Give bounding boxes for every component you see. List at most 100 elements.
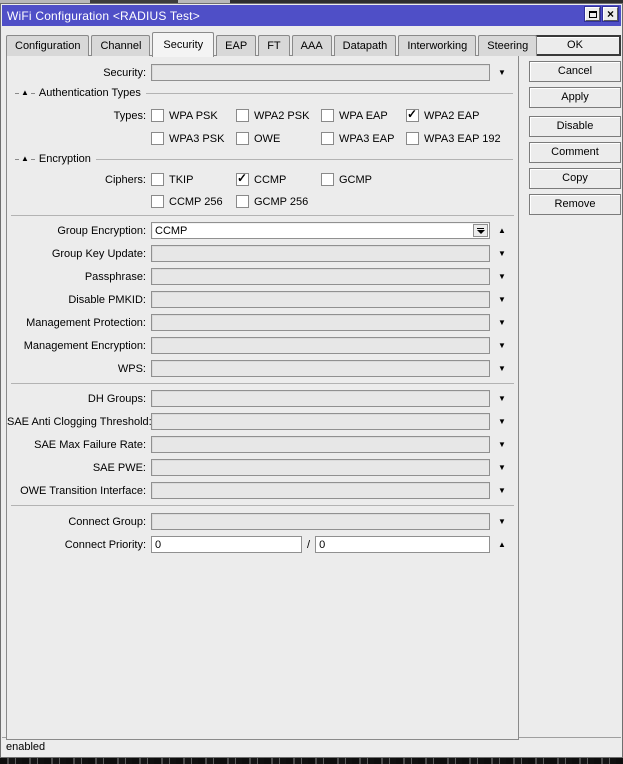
sae-pwe-label: SAE PWE: — [92, 461, 146, 474]
down-arrow-icon: ▼ — [498, 67, 506, 77]
ok-button[interactable]: OK — [529, 35, 621, 56]
checkbox-wpa2-psk[interactable]: ✓ WPA2 PSK — [236, 109, 321, 122]
checkbox-tkip[interactable]: ✓ TKIP — [151, 173, 236, 186]
management-encryption-expand-button[interactable]: ▼ — [490, 341, 514, 350]
management-protection-row: Management Protection: ▼ — [7, 314, 518, 331]
ciphers-row-2: ✓ CCMP 256 ✓ GCMP 256 — [7, 193, 518, 210]
checkbox-wpa3-psk[interactable]: ✓ WPA3 PSK — [151, 132, 236, 145]
wps-dropdown[interactable] — [151, 360, 490, 377]
down-arrow-icon: ▼ — [498, 516, 506, 526]
checkbox-box[interactable]: ✓ — [236, 171, 249, 186]
checkbox-box[interactable]: ✓ — [321, 109, 334, 122]
dh-groups-dropdown[interactable] — [151, 390, 490, 407]
sae-anti-clogging-threshold-expand-button[interactable]: ▼ — [490, 417, 514, 426]
owe-transition-interface-row: OWE Transition Interface: ▼ — [7, 482, 518, 499]
checkbox-ccmp-256[interactable]: ✓ CCMP 256 — [151, 195, 236, 208]
group-key-update-dropdown[interactable] — [151, 245, 490, 262]
management-encryption-dropdown[interactable] — [151, 337, 490, 354]
check-icon: ✓ — [237, 171, 248, 185]
group-encryption-collapse-button[interactable]: ▲ — [490, 225, 514, 235]
section-title: Encryption — [38, 153, 91, 165]
checkbox-wpa3-eap-192[interactable]: ✓ WPA3 EAP 192 — [406, 132, 501, 145]
connect-group-dropdown[interactable] — [151, 513, 490, 530]
checkbox-gcmp-256[interactable]: ✓ GCMP 256 — [236, 195, 308, 208]
management-protection-dropdown[interactable] — [151, 314, 490, 331]
passphrase-expand-button[interactable]: ▼ — [490, 272, 514, 281]
separator — [11, 505, 514, 506]
checkbox-wpa-eap[interactable]: ✓ WPA EAP — [321, 109, 406, 122]
disable-button[interactable]: Disable — [529, 116, 621, 137]
sae-max-failure-rate-dropdown[interactable] — [151, 436, 490, 453]
tab-bar: Configuration Channel Security EAP FT AA… — [6, 31, 539, 57]
combo-dropdown-button[interactable] — [473, 224, 488, 237]
disable-pmkid-expand-button[interactable]: ▼ — [490, 295, 514, 304]
checkbox-box[interactable]: ✓ — [151, 173, 164, 186]
tab-interworking[interactable]: Interworking — [398, 35, 477, 56]
apply-button[interactable]: Apply — [529, 87, 621, 108]
security-dropdown[interactable] — [151, 64, 490, 81]
group-key-update-expand-button[interactable]: ▼ — [490, 249, 514, 258]
tab-ft[interactable]: FT — [258, 35, 290, 56]
owe-transition-interface-dropdown[interactable] — [151, 482, 490, 499]
checkbox-box[interactable]: ✓ — [236, 109, 249, 122]
section-collapse-icon[interactable]: ▲ — [19, 89, 31, 97]
security-tab-panel: Security: ▼ ▲ Authentication Types Types… — [6, 55, 519, 740]
sae-anti-clogging-threshold-dropdown[interactable] — [151, 413, 490, 430]
cancel-button[interactable]: Cancel — [529, 61, 621, 82]
up-arrow-icon: ▲ — [498, 225, 506, 235]
tab-steering[interactable]: Steering — [478, 35, 538, 56]
close-button[interactable]: × — [602, 6, 619, 22]
section-collapse-icon[interactable]: ▲ — [19, 155, 31, 163]
dh-groups-expand-button[interactable]: ▼ — [490, 394, 514, 403]
wps-row: WPS: ▼ — [7, 360, 518, 377]
combo-dropdown-icon — [477, 227, 484, 229]
group-encryption-combobox[interactable]: CCMP — [151, 222, 490, 239]
checkbox-wpa2-eap[interactable]: ✓ WPA2 EAP — [406, 107, 479, 122]
wps-expand-button[interactable]: ▼ — [490, 364, 514, 373]
connect-priority-separator: / — [307, 538, 311, 551]
tab-aaa[interactable]: AAA — [291, 35, 332, 56]
checkbox-wpa-psk[interactable]: ✓ WPA PSK — [151, 109, 236, 122]
connect-group-expand-button[interactable]: ▼ — [490, 516, 514, 526]
tab-configuration[interactable]: Configuration — [6, 35, 90, 56]
checkbox-ccmp[interactable]: ✓ CCMP — [236, 171, 321, 186]
tab-eap[interactable]: EAP — [216, 35, 257, 56]
checkbox-box[interactable]: ✓ — [151, 195, 164, 208]
checkbox-owe[interactable]: ✓ OWE — [236, 132, 321, 145]
comment-button[interactable]: Comment — [529, 142, 621, 163]
management-protection-expand-button[interactable]: ▼ — [490, 317, 514, 327]
tab-security[interactable]: Security — [152, 32, 215, 57]
owe-transition-interface-label: OWE Transition Interface: — [20, 484, 146, 497]
checkbox-box[interactable]: ✓ — [236, 132, 249, 145]
connect-priority-input-2[interactable] — [315, 536, 490, 553]
tab-datapath[interactable]: Datapath — [333, 35, 397, 56]
sae-pwe-expand-button[interactable]: ▼ — [490, 463, 514, 472]
tab-channel[interactable]: Channel — [91, 35, 151, 56]
checkbox-box[interactable]: ✓ — [151, 132, 164, 145]
checkbox-gcmp[interactable]: ✓ GCMP — [321, 173, 372, 186]
down-arrow-icon: ▼ — [498, 317, 506, 327]
owe-transition-interface-expand-button[interactable]: ▼ — [490, 486, 514, 495]
remove-button[interactable]: Remove — [529, 194, 621, 215]
connect-priority-input-1[interactable] — [151, 536, 302, 553]
section-rule — [95, 158, 513, 160]
passphrase-dropdown[interactable] — [151, 268, 490, 285]
copy-button[interactable]: Copy — [529, 168, 621, 189]
checkbox-box[interactable]: ✓ — [151, 109, 164, 122]
security-expand-button[interactable]: ▼ — [490, 67, 514, 77]
window-controls: × — [584, 6, 619, 22]
dh-groups-label: DH Groups: — [87, 392, 146, 405]
checkbox-box[interactable]: ✓ — [321, 173, 334, 186]
disable-pmkid-dropdown[interactable] — [151, 291, 490, 308]
checkbox-box[interactable]: ✓ — [321, 132, 334, 145]
checkbox-box[interactable]: ✓ — [406, 132, 419, 145]
sae-max-failure-rate-expand-button[interactable]: ▼ — [490, 440, 514, 449]
maximize-button[interactable] — [584, 6, 601, 22]
ciphers-row-1: Ciphers: ✓ TKIP ✓ CCMP ✓ GCMP — [7, 171, 518, 188]
security-row: Security: ▼ — [7, 64, 518, 81]
checkbox-box[interactable]: ✓ — [236, 195, 249, 208]
checkbox-wpa3-eap[interactable]: ✓ WPA3 EAP — [321, 132, 406, 145]
connect-priority-collapse-button[interactable]: ▲ — [490, 540, 514, 549]
checkbox-box[interactable]: ✓ — [406, 107, 419, 122]
sae-pwe-dropdown[interactable] — [151, 459, 490, 476]
